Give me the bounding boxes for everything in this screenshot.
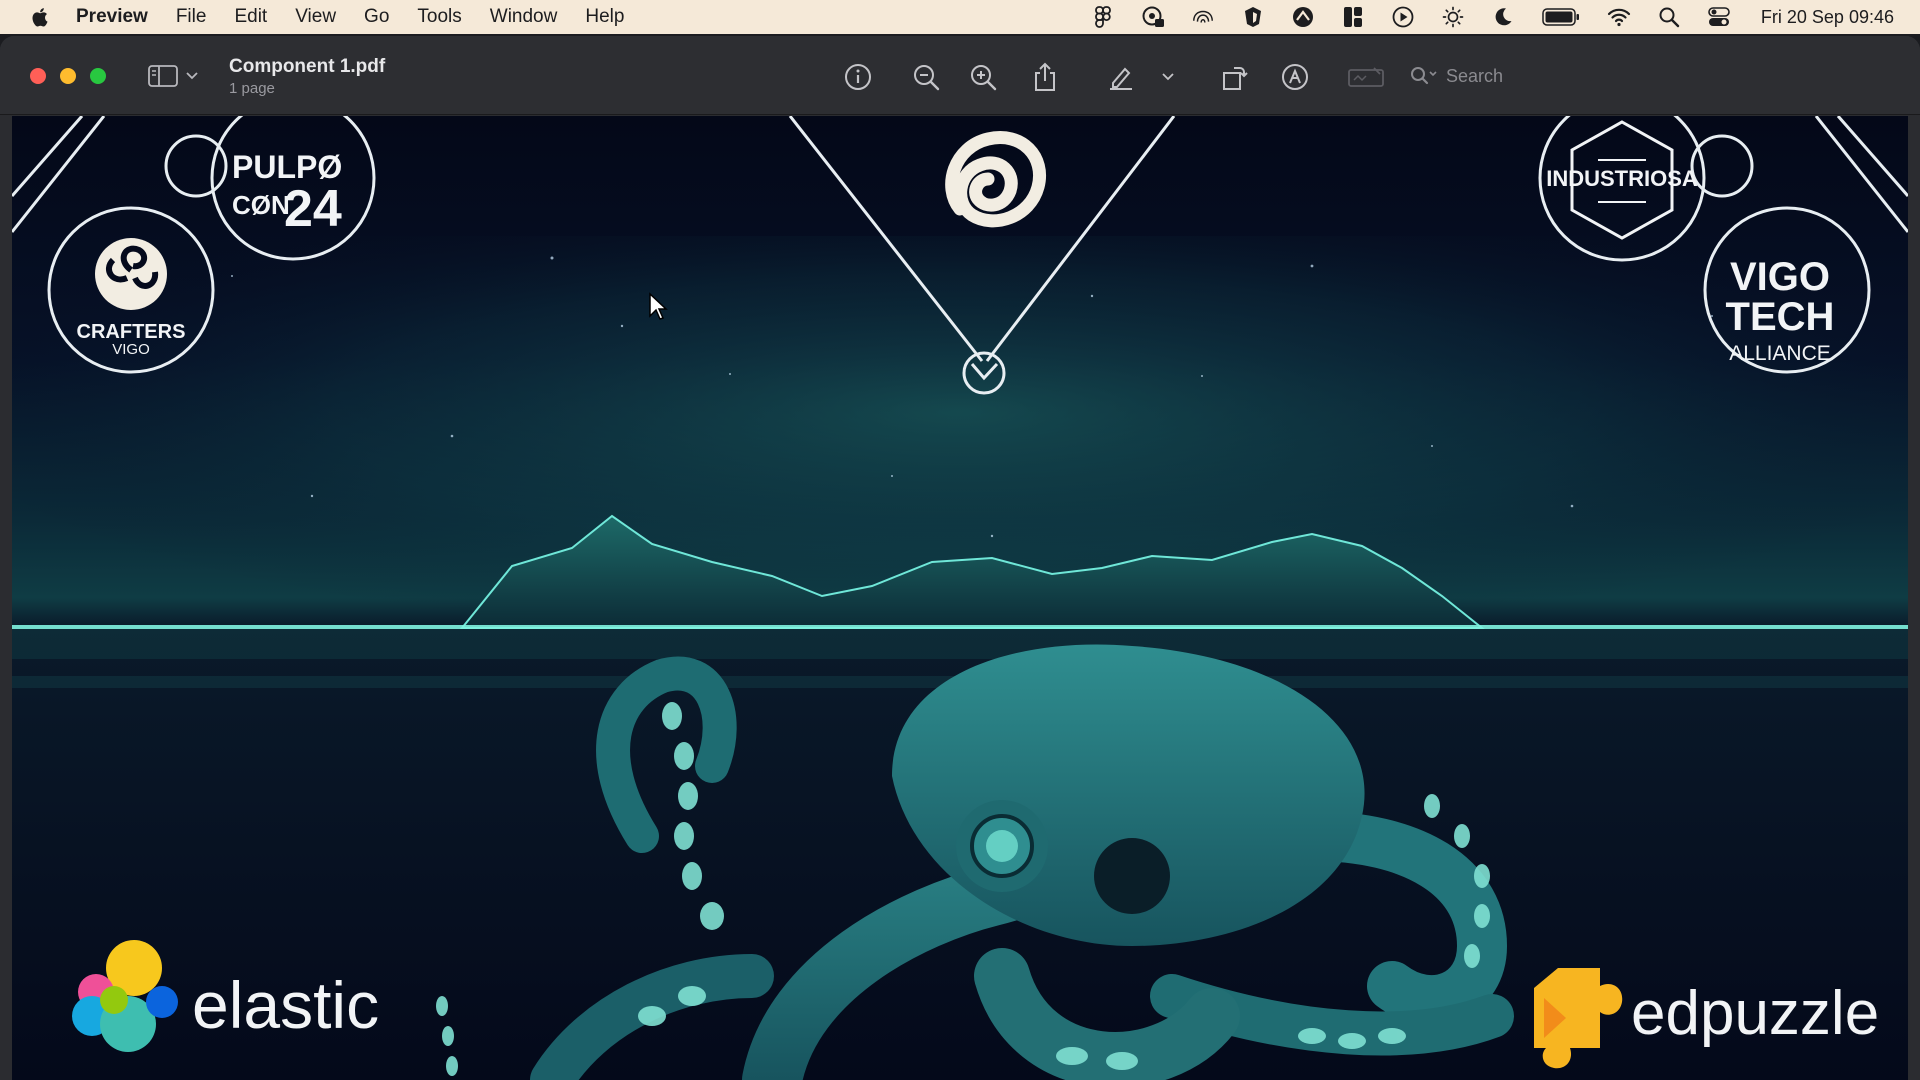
horizon-line — [12, 625, 1908, 629]
rotate-icon — [1223, 67, 1248, 90]
apple-icon[interactable] — [30, 6, 52, 28]
edpuzzle-wordmark: edpuzzle — [1631, 979, 1879, 1048]
window-toolbar: Component 1.pdf 1 page Search — [0, 36, 1920, 115]
figma-icon[interactable] — [1091, 5, 1115, 29]
status-area: Fri 20 Sep 09:46 — [1091, 0, 1894, 34]
close-window-button[interactable] — [30, 68, 46, 84]
wifi-icon[interactable] — [1607, 5, 1631, 29]
sidebar-icon — [148, 65, 178, 87]
shield-app-icon[interactable] — [1241, 5, 1265, 29]
info-button[interactable] — [842, 62, 874, 92]
menu-file[interactable]: File — [176, 6, 207, 28]
moon-icon[interactable] — [1491, 5, 1515, 29]
crafters-city: VIGO — [112, 341, 150, 358]
industriosa-name: INDUSTRIOSA — [1546, 166, 1698, 191]
control-center-icon[interactable] — [1707, 5, 1731, 29]
highlight-options-button[interactable] — [1158, 62, 1178, 92]
poster-artwork: PULPØ CØN 24 CRAFTERS VIGO INDUSTRIOSA V… — [12, 116, 1908, 1080]
vpn-lock-icon[interactable] — [1141, 5, 1165, 29]
zoom-in-icon — [971, 65, 997, 91]
vigo-tech-line3: ALLIANCE — [1729, 342, 1831, 365]
rotate-button[interactable] — [1218, 62, 1250, 92]
menu-edit[interactable]: Edit — [234, 6, 267, 28]
zoom-window-button[interactable] — [90, 68, 106, 84]
elastic-wordmark: elastic — [192, 968, 379, 1042]
preview-window: Component 1.pdf 1 page Search PULPØ CØN … — [0, 36, 1920, 1080]
chevron-down-icon — [186, 72, 198, 80]
markup-button[interactable] — [1279, 62, 1311, 92]
zoom-out-icon — [914, 65, 940, 91]
menu-app-name[interactable]: Preview — [76, 6, 148, 28]
document-page[interactable]: PULPØ CØN 24 CRAFTERS VIGO INDUSTRIOSA V… — [12, 116, 1908, 1080]
pulpocon-line2: CØN — [232, 190, 290, 220]
share-icon — [1035, 62, 1055, 91]
menu-go[interactable]: Go — [364, 6, 389, 28]
mouse-pointer-icon — [649, 292, 668, 320]
crafters-name: CRAFTERS — [77, 321, 186, 343]
chevron-down-icon — [1162, 73, 1174, 81]
window-manager-icon[interactable] — [1341, 5, 1365, 29]
menu-tools[interactable]: Tools — [417, 6, 461, 28]
search-placeholder: Search — [1446, 65, 1504, 86]
form-fill-icon — [1348, 67, 1384, 87]
zoom-out-button[interactable] — [910, 62, 942, 92]
pulpocon-year: 24 — [284, 180, 342, 238]
vigo-tech-line1: VIGO — [1730, 255, 1830, 299]
triskelion-icon — [95, 238, 167, 310]
highlight-button[interactable] — [1105, 62, 1137, 92]
menu-view[interactable]: View — [295, 6, 336, 28]
menubar-clock[interactable]: Fri 20 Sep 09:46 — [1761, 7, 1894, 28]
minimize-window-button[interactable] — [60, 68, 76, 84]
brightness-icon[interactable] — [1441, 5, 1465, 29]
app-circle-icon[interactable] — [1291, 5, 1315, 29]
zoom-in-button[interactable] — [967, 62, 999, 92]
battery-icon[interactable] — [1541, 5, 1581, 29]
highlighter-icon — [1110, 67, 1132, 90]
menu-window[interactable]: Window — [490, 6, 558, 28]
sidebar-toggle-button[interactable] — [148, 63, 204, 89]
markup-icon — [1282, 64, 1308, 90]
touch-id-icon[interactable] — [1191, 5, 1215, 29]
vigo-tech-line2: TECH — [1726, 295, 1835, 339]
search-field[interactable]: Search — [1410, 60, 1900, 92]
document-page-count: 1 page — [229, 80, 275, 97]
document-title[interactable]: Component 1.pdf — [229, 56, 385, 78]
spotlight-search-icon[interactable] — [1657, 5, 1681, 29]
info-icon — [845, 64, 871, 90]
menu-help[interactable]: Help — [585, 6, 624, 28]
form-fill-button[interactable] — [1348, 62, 1384, 92]
menu-bar: Preview File Edit View Go Tools Window H… — [0, 0, 1920, 34]
search-icon — [1410, 66, 1440, 86]
play-icon[interactable] — [1391, 5, 1415, 29]
share-button[interactable] — [1029, 62, 1061, 92]
